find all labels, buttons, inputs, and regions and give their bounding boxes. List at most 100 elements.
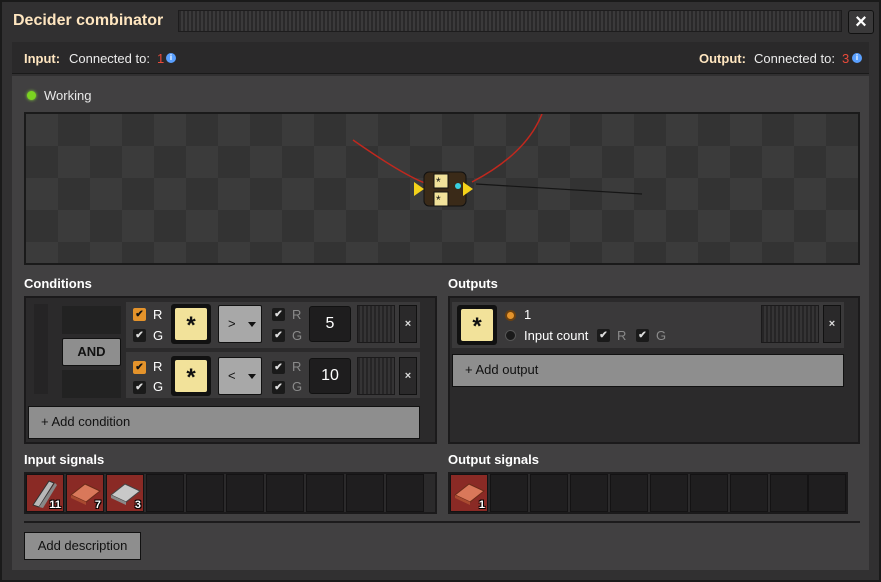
output-constant-label: 1 [524,307,532,322]
output-red-label: R [617,328,627,343]
outputs-heading: Outputs [448,276,498,291]
output-constant-radio[interactable] [505,310,516,321]
svg-text:*: * [436,175,441,189]
empty-signal-slot [530,474,568,512]
condition-connector [34,304,48,394]
remove-condition-button[interactable]: × [399,357,417,395]
title-bar[interactable]: Decider combinator × [2,2,879,40]
signal-count: 3 [134,499,141,511]
empty-signal-slot [306,474,344,512]
everything-signal-icon: * [461,309,493,341]
comparator-dropdown[interactable]: > [218,305,262,343]
info-icon[interactable]: i [166,53,176,63]
output-connected-text: Connected to: [754,51,835,66]
info-icon[interactable]: i [852,53,862,63]
remove-output-button[interactable]: × [823,305,841,343]
empty-signal-slot [146,474,184,512]
signal-count: 11 [49,499,61,511]
window-title: Decider combinator [13,12,164,29]
right-green-checkbox[interactable]: ✔ [272,329,285,342]
input-signals-bar: 11 7 3 [24,472,437,514]
output-label: Output: [699,51,746,66]
chevron-down-icon [248,322,256,327]
right-green-checkbox[interactable]: ✔ [272,381,285,394]
svg-text:*: * [436,193,441,207]
empty-signal-slot [346,474,384,512]
first-signal-button[interactable]: * [171,356,211,396]
empty-signal-slot [266,474,304,512]
input-connected-text: Connected to: [69,51,150,66]
left-green-checkbox[interactable]: ✔ [133,381,146,394]
everything-signal-icon: * [175,360,207,392]
left-red-checkbox[interactable]: ✔ [133,361,146,374]
everything-signal-icon: * [175,308,207,340]
input-connected-count: 1 [157,51,165,66]
comparator-dropdown[interactable]: < [218,357,262,395]
empty-signal-slot [490,474,528,512]
close-icon: × [855,11,867,33]
left-red-checkbox[interactable]: ✔ [133,308,146,321]
add-condition-button[interactable]: + Add condition [28,406,420,439]
close-button[interactable]: × [848,10,874,34]
input-label: Input: [24,51,61,66]
green-wire-icon [475,183,643,195]
empty-signal-slot [650,474,688,512]
and-gap [62,306,121,334]
output-green-checkbox[interactable]: ✔ [636,329,649,342]
output-signals-heading: Output signals [448,452,539,467]
output-signal-button[interactable]: * [457,305,497,345]
status-text: Working [44,88,92,103]
left-red-label: R [153,359,163,374]
right-red-label: R [292,359,302,374]
connection-bar: Input: Connected to: 1 i Output: Connect… [12,42,869,74]
signal-count: 1 [478,499,485,511]
output-signals-bar: 1 [448,472,848,514]
right-red-label: R [292,307,302,322]
divider [24,521,860,523]
output-input-count-radio[interactable] [505,330,516,341]
signal-slot[interactable]: 3 [106,474,144,512]
right-green-label: G [292,328,303,343]
left-green-label: G [153,328,164,343]
signal-slot[interactable]: 1 [450,474,488,512]
empty-signal-slot [570,474,608,512]
empty-signal-slot [690,474,728,512]
empty-signal-slot [770,474,808,512]
condition-drag-handle[interactable] [357,305,395,343]
signal-slot[interactable]: 11 [26,474,64,512]
output-red-checkbox[interactable]: ✔ [597,329,610,342]
add-description-button[interactable]: Add description [24,532,141,560]
chevron-down-icon [248,374,256,379]
add-output-button[interactable]: + Add output [452,354,844,387]
first-signal-button[interactable]: * [171,304,211,344]
status-indicator-icon [27,91,36,100]
constant-value[interactable]: 10 [309,358,351,394]
output-green-label: G [656,328,667,343]
left-green-label: G [153,379,164,394]
condition-drag-handle[interactable] [357,357,395,395]
comparator-value: < [228,368,236,383]
constant-value[interactable]: 5 [309,306,351,342]
empty-signal-slot [808,474,846,512]
left-red-label: R [153,307,163,322]
right-red-checkbox[interactable]: ✔ [272,361,285,374]
left-green-checkbox[interactable]: ✔ [133,329,146,342]
input-signals-heading: Input signals [24,452,105,467]
comparator-value: > [228,316,236,331]
right-green-label: G [292,379,303,394]
empty-signal-slot [226,474,264,512]
remove-condition-button[interactable]: × [399,305,417,343]
and-gap [62,370,121,398]
signal-count: 7 [94,499,101,511]
right-red-checkbox[interactable]: ✔ [272,308,285,321]
output-drag-handle[interactable] [761,305,819,343]
combinator-preview-graphic: * * [352,114,643,207]
empty-signal-slot [730,474,768,512]
empty-signal-slot [610,474,648,512]
and-or-toggle-button[interactable]: AND [62,338,121,366]
entity-preview[interactable]: * * [24,112,860,265]
output-connected-count: 3 [842,51,850,66]
signal-slot[interactable]: 7 [66,474,104,512]
drag-handle[interactable] [178,10,842,32]
empty-signal-slot [386,474,424,512]
